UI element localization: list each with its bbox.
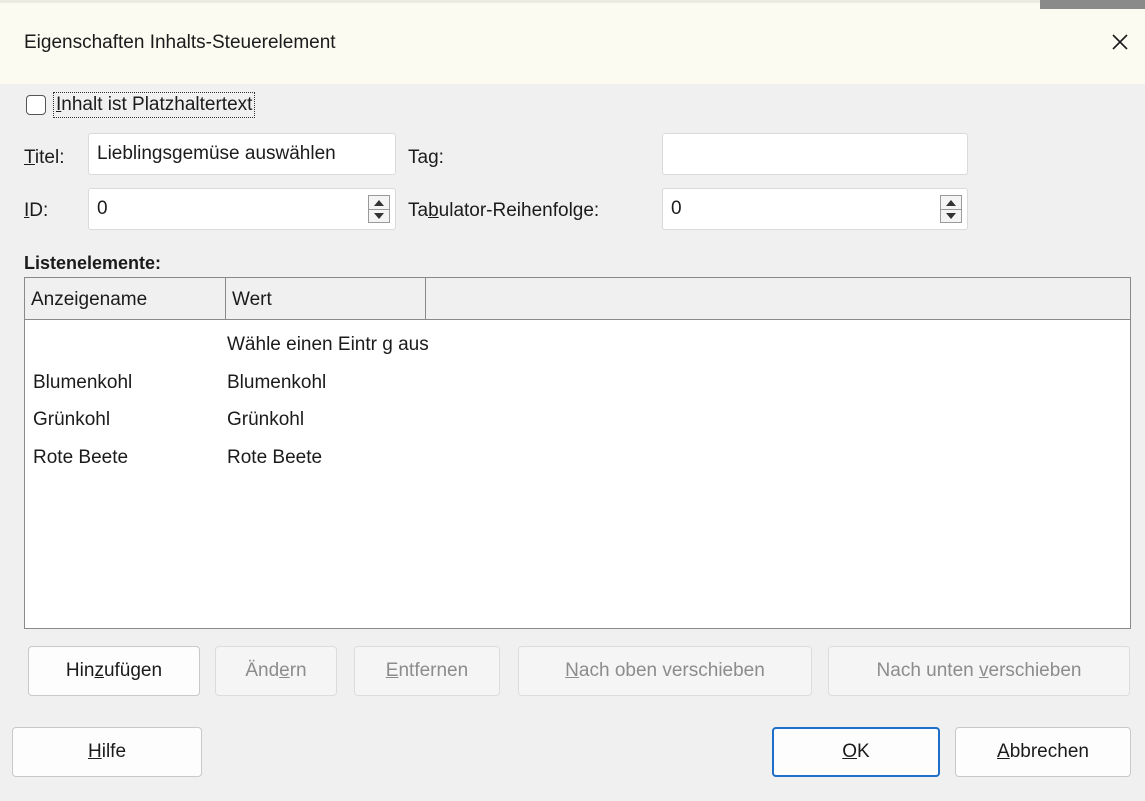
title-field[interactable]: Lieblingsgemüse auswählen xyxy=(88,133,396,175)
row-value: Wähle einen Eintr g aus xyxy=(227,334,429,355)
triangle-down-icon xyxy=(946,212,956,219)
add-button[interactable]: Hin z ufügen xyxy=(28,646,200,696)
help-button[interactable]: Hilfe xyxy=(12,727,202,777)
move-up-button[interactable]: Nach oben verschieben xyxy=(518,646,812,696)
column-header-value[interactable]: Wert xyxy=(226,278,426,319)
id-label: ID: xyxy=(24,200,49,221)
table-row[interactable]: Blumenkohl Blumenkohl xyxy=(25,364,1130,401)
content-control-properties-dialog: Eigenschaften Inhalts-Steuerelement Inha… xyxy=(0,0,1145,801)
id-value: 0 xyxy=(97,198,108,219)
row-value: Blumenkohl xyxy=(227,372,327,393)
triangle-up-icon xyxy=(374,199,384,206)
title-label: Titel: xyxy=(24,147,65,168)
id-decrement-button[interactable] xyxy=(369,209,389,222)
row-display-name: Grünkohl xyxy=(33,409,111,430)
title-bar: Eigenschaften Inhalts-Steuerelement xyxy=(0,0,1145,84)
row-display-name: Rote Beete xyxy=(33,447,129,468)
table-row[interactable]: Grünkohl Grünkohl xyxy=(25,401,1130,438)
change-button[interactable]: Änd e rn xyxy=(215,646,337,696)
close-icon xyxy=(1112,34,1128,50)
tab-order-spinbox[interactable]: 0 xyxy=(662,188,968,230)
row-display-name: Blumenkohl xyxy=(33,372,133,393)
dialog-title: Eigenschaften Inhalts-Steuerelement xyxy=(24,32,336,53)
move-down-button[interactable]: Nach unten v erschieben xyxy=(828,646,1130,696)
tag-field[interactable] xyxy=(662,133,968,175)
row-value: Rote Beete xyxy=(227,447,323,468)
remove-button[interactable]: Entfernen xyxy=(354,646,500,696)
table-row[interactable]: Rote Beete Rote Beete xyxy=(25,439,1130,476)
row-value: Grünkohl xyxy=(227,409,305,430)
id-spinbox[interactable]: 0 xyxy=(88,188,396,230)
placeholder-checkbox-row[interactable]: Inhalt ist Platzhaltertext xyxy=(26,92,256,118)
column-header-display-name[interactable]: Anzeigename xyxy=(25,278,226,319)
close-button[interactable] xyxy=(1100,24,1140,60)
tab-order-value: 0 xyxy=(671,198,682,219)
list-section-title: Listenelemente: xyxy=(24,253,162,273)
tag-label: Tag: xyxy=(408,147,444,168)
placeholder-checkbox[interactable] xyxy=(26,95,46,115)
tab-order-spin-buttons xyxy=(940,195,962,223)
tab-order-decrement-button[interactable] xyxy=(941,209,961,222)
tab-order-increment-button[interactable] xyxy=(941,196,961,210)
tab-order-label: Tabulator-Reihenfolge: xyxy=(408,200,600,221)
triangle-down-icon xyxy=(374,212,384,219)
id-increment-button[interactable] xyxy=(369,196,389,210)
triangle-up-icon xyxy=(946,199,956,206)
table-header: Anzeigename Wert xyxy=(25,278,1130,320)
ok-button[interactable]: OK xyxy=(772,727,940,777)
list-items-table[interactable]: Anzeigename Wert Wähle einen Eintr g aus… xyxy=(24,277,1131,629)
table-row[interactable]: Wähle einen Eintr g aus xyxy=(25,326,1130,363)
id-spin-buttons xyxy=(368,195,390,223)
cancel-button[interactable]: Abbrechen xyxy=(955,727,1131,777)
placeholder-checkbox-label[interactable]: Inhalt ist Platzhaltertext xyxy=(53,92,256,118)
